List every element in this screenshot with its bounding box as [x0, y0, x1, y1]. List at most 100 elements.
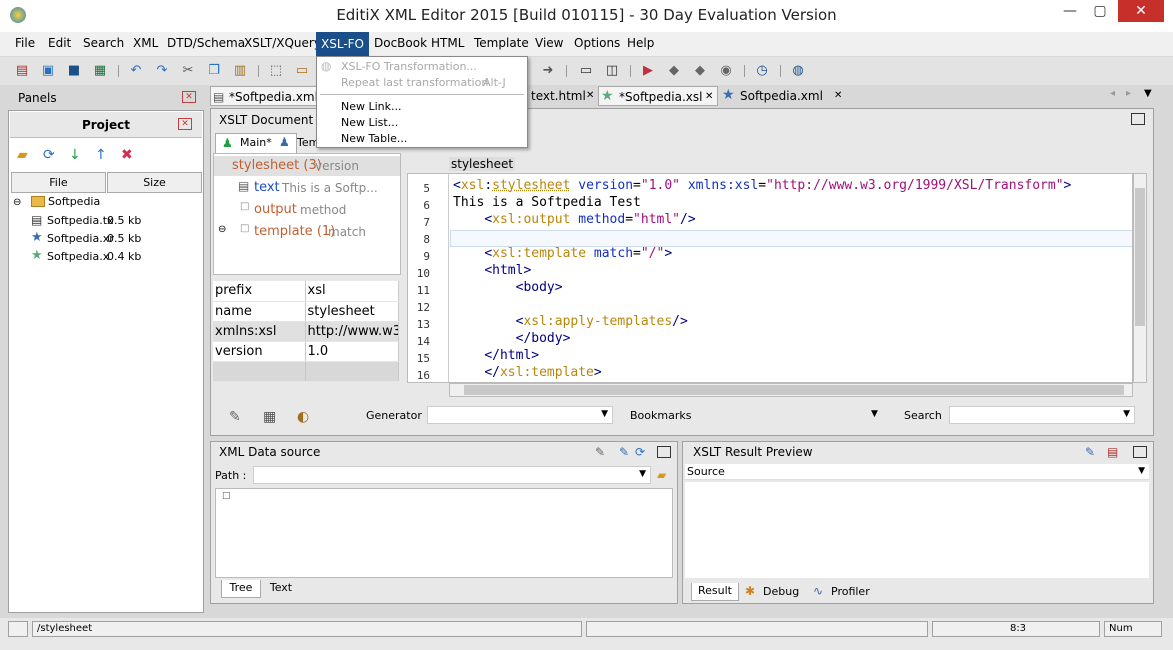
- undo-icon[interactable]: ↶: [128, 63, 144, 79]
- scrollbar-thumb[interactable]: [1135, 188, 1145, 326]
- folder-icon[interactable]: ▭: [294, 63, 310, 79]
- tree-node-stylesheet[interactable]: stylesheet (3) version: [214, 156, 400, 176]
- maximize-panel-icon[interactable]: [1133, 446, 1147, 458]
- menu-file[interactable]: File: [15, 36, 35, 50]
- property-value[interactable]: stylesheet: [305, 301, 399, 322]
- doc-tab[interactable]: ★ *Softpedia.xsl ✕: [598, 86, 718, 106]
- editor-breadcrumb[interactable]: stylesheet: [449, 157, 516, 171]
- select-icon[interactable]: ⬚: [268, 63, 284, 79]
- tree-node-output[interactable]: □ output method: [236, 200, 400, 220]
- tab-templates[interactable]: ♟ Tem: [279, 133, 319, 153]
- preview-content[interactable]: [685, 482, 1149, 578]
- menu-options[interactable]: Options: [574, 36, 620, 50]
- open-file-icon[interactable]: ▣: [40, 63, 56, 79]
- arrow-right-icon[interactable]: ➜: [540, 63, 556, 79]
- menu-edit[interactable]: Edit: [48, 36, 71, 50]
- tab-close-icon[interactable]: ✕: [834, 86, 842, 106]
- vertical-scrollbar[interactable]: [1133, 173, 1147, 383]
- horizontal-scrollbar[interactable]: [449, 383, 1133, 397]
- project-file-row[interactable]: ▤ Softpedia.tx 0.5 kb: [31, 213, 201, 231]
- new-file-icon[interactable]: ▤: [14, 63, 30, 79]
- close-button[interactable]: ✕: [1118, 0, 1164, 22]
- split-vertical-icon[interactable]: ◫: [604, 63, 620, 79]
- tab-profiler[interactable]: ∿ Profiler: [809, 583, 875, 601]
- project-file-row[interactable]: ★ Softpedia.xr 0.5 kb: [31, 230, 201, 249]
- tab-scroll-left-icon[interactable]: ◂: [1110, 88, 1115, 99]
- property-value[interactable]: http://www.w3.o: [305, 321, 399, 342]
- panel-close-icon[interactable]: ✕: [182, 91, 196, 103]
- tree-expand-icon[interactable]: ⊖: [218, 224, 226, 235]
- new-folder-icon[interactable]: ▰: [17, 147, 28, 163]
- property-value[interactable]: xsl: [305, 281, 399, 302]
- property-row[interactable]: xmlns:xslhttp://www.w3.o: [213, 321, 399, 342]
- tab-debug[interactable]: ✱ Debug: [741, 583, 807, 601]
- edit-icon[interactable]: ✎: [595, 445, 605, 459]
- property-row[interactable]: name stylesheet: [213, 301, 399, 322]
- tab-scroll-right-icon[interactable]: ▸: [1126, 88, 1131, 99]
- menu-view[interactable]: View: [535, 36, 563, 50]
- generator-select[interactable]: ▼: [427, 406, 613, 424]
- bookmarks-dropdown-icon[interactable]: ▼: [871, 409, 878, 419]
- menu-xml[interactable]: XML: [133, 36, 158, 50]
- timer-icon[interactable]: ◷: [754, 63, 770, 79]
- datasource-content[interactable]: □: [215, 488, 673, 578]
- menu-dtd-schema[interactable]: DTD/Schema: [167, 36, 245, 50]
- path-input[interactable]: ▼: [253, 466, 651, 484]
- document-icon[interactable]: ▤: [1107, 445, 1118, 459]
- tab-text[interactable]: Text: [261, 580, 301, 598]
- project-file-row[interactable]: ★ Softpedia.x 0.4 kb: [31, 248, 201, 267]
- debug-stop-icon[interactable]: ◉: [718, 63, 734, 79]
- save-all-icon[interactable]: ▦: [92, 63, 108, 79]
- doc-tab[interactable]: ★ Softpedia.xml ✕: [720, 86, 850, 106]
- grid-icon[interactable]: ▦: [263, 409, 276, 425]
- property-value[interactable]: 1.0: [305, 341, 399, 362]
- maximize-panel-icon[interactable]: [657, 446, 671, 458]
- doc-tab[interactable]: text.html ✕: [528, 86, 598, 106]
- move-down-icon[interactable]: ↓: [69, 147, 81, 163]
- property-row[interactable]: version 1.0: [213, 341, 399, 362]
- tab-list-icon[interactable]: ▼: [1144, 88, 1152, 99]
- minimize-button[interactable]: —: [1057, 0, 1083, 22]
- delete-icon[interactable]: ✖: [121, 147, 133, 163]
- edit-icon[interactable]: ✎: [1085, 445, 1095, 459]
- paste-icon[interactable]: ▥: [232, 63, 248, 79]
- edit-source-icon[interactable]: ✎: [619, 445, 629, 459]
- debug-run-icon[interactable]: ▶: [640, 63, 656, 79]
- open-folder-icon[interactable]: ▰: [657, 468, 666, 482]
- menu-xsl-fo[interactable]: XSL-FO: [316, 32, 369, 56]
- project-root-label[interactable]: Softpedia: [48, 195, 100, 208]
- refresh-icon[interactable]: ⟳: [635, 445, 645, 459]
- doc-tab[interactable]: ▤ *Softpedia.xml: [210, 86, 318, 106]
- split-horizontal-icon[interactable]: ▭: [578, 63, 594, 79]
- debug-step-over-icon[interactable]: ◆: [692, 63, 708, 79]
- property-row[interactable]: prefix xsl: [213, 281, 399, 302]
- menu-help[interactable]: Help: [627, 36, 654, 50]
- code-editor[interactable]: 5 6 7 8 9 10 11 12 13 14 15 16 <xsl:styl…: [407, 173, 1133, 383]
- menu-xslt-xquery[interactable]: XSLT/XQuery: [244, 36, 321, 50]
- tab-close-icon[interactable]: ✕: [705, 87, 713, 107]
- menu-html[interactable]: HTML: [431, 36, 464, 50]
- cut-icon[interactable]: ✂: [180, 63, 196, 79]
- save-icon[interactable]: ■: [66, 63, 82, 79]
- tree-node-template[interactable]: ⊖ □ template (1) match: [218, 222, 400, 242]
- maximize-button[interactable]: ▢: [1087, 0, 1113, 22]
- search-input[interactable]: ▼: [949, 406, 1135, 424]
- menu-search[interactable]: Search: [83, 36, 124, 50]
- maximize-panel-icon[interactable]: [1131, 113, 1145, 125]
- pencil-icon[interactable]: ✎: [229, 409, 241, 425]
- tree-node-text[interactable]: ▤ text This is a Softp...: [236, 178, 400, 198]
- menu-item-new-link[interactable]: New Link...: [341, 100, 402, 113]
- tree-expand-icon[interactable]: ⊖: [13, 197, 21, 208]
- col-file-header[interactable]: File: [11, 172, 106, 193]
- source-select[interactable]: Source ▼: [685, 464, 1149, 480]
- project-close-icon[interactable]: ✕: [178, 118, 192, 130]
- debug-step-icon[interactable]: ◆: [666, 63, 682, 79]
- col-size-header[interactable]: Size: [107, 172, 202, 193]
- menu-template[interactable]: Template: [474, 36, 529, 50]
- tab-tree[interactable]: Tree: [221, 580, 261, 598]
- copy-icon[interactable]: ❐: [206, 63, 222, 79]
- menu-item-new-table[interactable]: New Table...: [341, 132, 407, 145]
- tab-close-icon[interactable]: ✕: [586, 86, 594, 106]
- scrollbar-thumb[interactable]: [464, 385, 1124, 395]
- globe-icon[interactable]: ◍: [790, 63, 806, 79]
